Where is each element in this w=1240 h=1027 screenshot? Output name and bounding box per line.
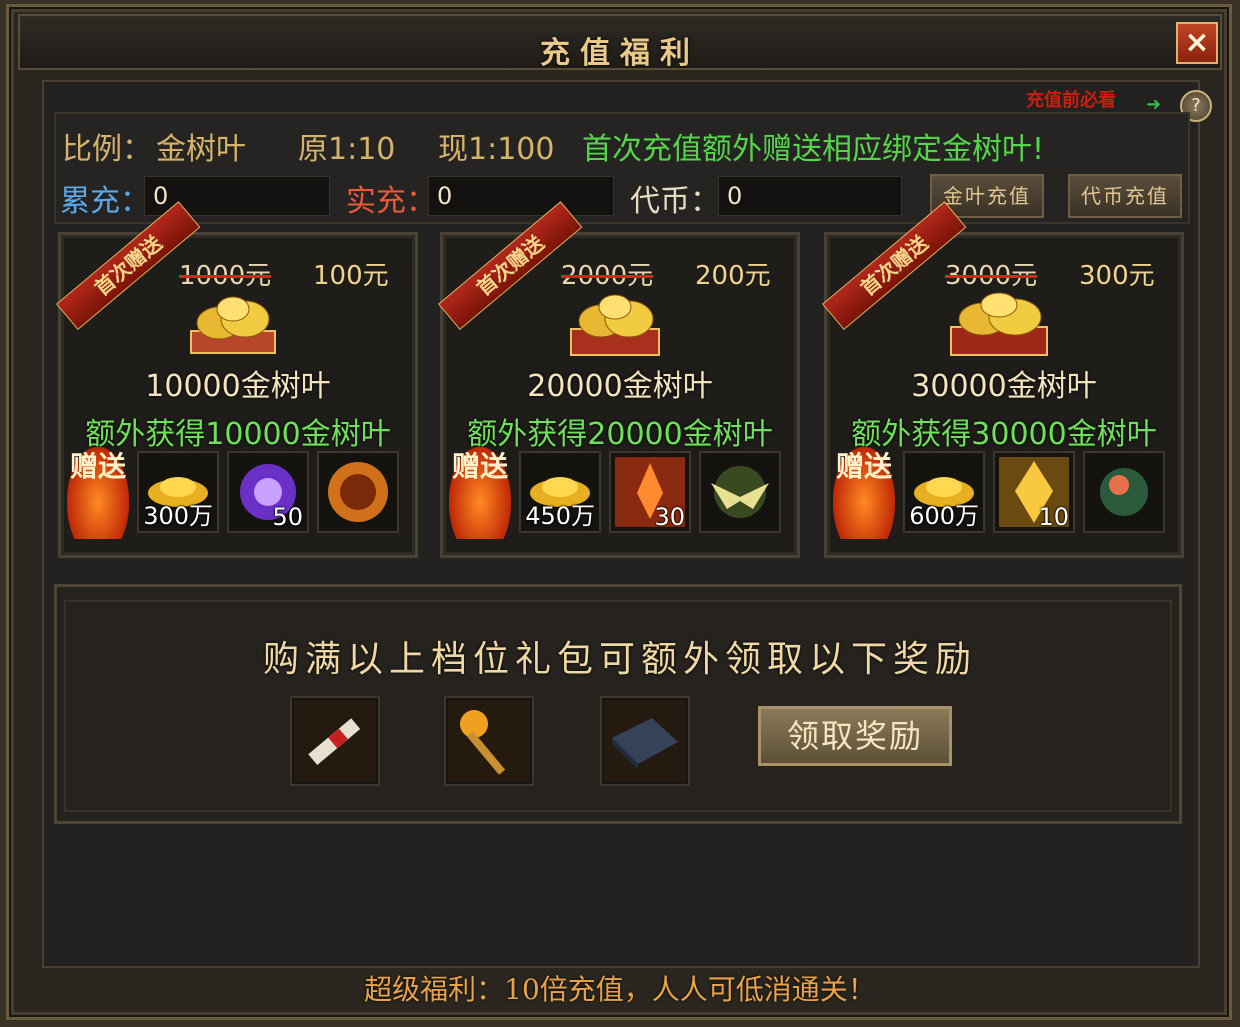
total-recharge-label: 累充：: [60, 184, 150, 219]
sale-price: 300元: [1079, 261, 1155, 291]
token-field: 0: [718, 176, 902, 216]
gold-chest-icon: [190, 296, 276, 354]
item-count: 30: [654, 503, 685, 531]
gold-ingot-icon[interactable]: 450万: [519, 451, 601, 533]
ratio-currency: 金树叶: [156, 132, 246, 167]
original-price: 1000元: [179, 261, 272, 291]
flame-crystal-icon[interactable]: 30: [609, 451, 691, 533]
gold-ingot-icon[interactable]: 300万: [137, 451, 219, 533]
golden-staff-icon[interactable]: [444, 696, 534, 786]
item-count: 450万: [525, 502, 595, 530]
gold-chest-icon: [950, 292, 1048, 356]
golden-leaf-icon[interactable]: 10: [993, 451, 1075, 533]
first-recharge-notice: 首次充值额外赠送相应绑定金树叶!: [582, 132, 1045, 167]
close-button[interactable]: ×: [1176, 22, 1218, 64]
help-link[interactable]: 充值前必看: [1026, 86, 1116, 112]
gift-badge: 赠送: [67, 447, 129, 539]
footer-banner: 超级福利：10倍充值，人人可低消通关！: [364, 973, 876, 1006]
gold-chest-icon: [570, 294, 660, 356]
package-amount: 20000金树叶: [527, 369, 713, 404]
original-price: 2000元: [561, 261, 654, 291]
real-recharge-field: 0: [428, 176, 614, 216]
wings-icon[interactable]: [699, 451, 781, 533]
ratio-original: 原1:10: [298, 132, 396, 167]
close-icon: ×: [1184, 25, 1210, 60]
claim-reward-button[interactable]: 领取奖励: [758, 706, 952, 766]
sale-price: 100元: [313, 261, 389, 291]
package-amount: 10000金树叶: [145, 369, 331, 404]
token-recharge-button[interactable]: 代币充值: [1068, 174, 1182, 218]
ratio-current: 现1:100: [438, 132, 555, 167]
gold-ingot-icon[interactable]: 600万: [903, 451, 985, 533]
original-price: 3000元: [945, 261, 1038, 291]
item-count: 300万: [143, 502, 213, 530]
gift-badge: 赠送: [833, 447, 895, 539]
bonus-title: 购满以上档位礼包可额外领取以下奖励: [262, 639, 977, 680]
real-recharge-label: 实充：: [346, 184, 436, 219]
package-amount: 30000金树叶: [911, 369, 1097, 404]
token-label: 代币：: [630, 184, 720, 219]
item-count: 50: [272, 503, 303, 531]
window-title: 充值福利: [540, 36, 700, 71]
scroll-icon[interactable]: [290, 696, 380, 786]
item-count: 10: [1038, 503, 1069, 531]
title-bar: 充值福利: [18, 14, 1222, 71]
gift-badge: 赠送: [449, 447, 511, 539]
green-orb-icon[interactable]: [1083, 451, 1165, 533]
sale-price: 200元: [695, 261, 771, 291]
item-count: 600万: [909, 502, 979, 530]
fire-orb-icon[interactable]: [317, 451, 399, 533]
book-icon[interactable]: [600, 696, 690, 786]
purple-gem-icon[interactable]: 50: [227, 451, 309, 533]
ratio-label: 比例：: [62, 132, 152, 167]
